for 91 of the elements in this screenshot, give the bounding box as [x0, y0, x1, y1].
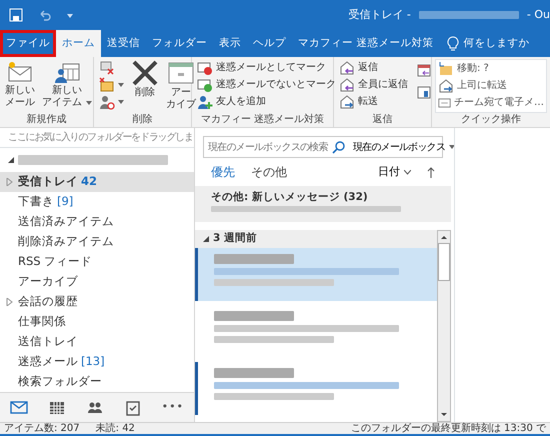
folder-item[interactable]: 送信済みアイテム: [0, 212, 194, 232]
scrollbar[interactable]: [437, 230, 451, 422]
folder-item[interactable]: 受信トレイ 42: [0, 172, 194, 192]
message-tab[interactable]: その他: [251, 163, 287, 181]
folder-item[interactable]: 検索フォルダー: [0, 372, 194, 392]
ribbon-tab[interactable]: ファイル: [0, 30, 56, 57]
window-title: - Ou: [526, 6, 550, 23]
expand-icon[interactable]: [6, 298, 13, 306]
message-tab[interactable]: 優先: [211, 163, 235, 181]
cleanup-button[interactable]: [97, 76, 126, 93]
folder-name: 検索フォルダー: [18, 373, 102, 390]
scroll-thumb[interactable]: [438, 243, 450, 281]
folder-name: 送信済みアイテム: [18, 213, 114, 230]
ribbon-tab[interactable]: ホーム: [56, 30, 101, 57]
folder-name: 受信トレイ: [18, 173, 78, 190]
undo-icon[interactable]: [38, 8, 52, 22]
sort-button[interactable]: 日付: [378, 164, 411, 180]
group-label: 新規作成: [26, 113, 68, 127]
mark-junk-button[interactable]: 迷惑メールとしてマーク: [195, 59, 338, 76]
folder-item[interactable]: 削除済みアイテム: [0, 232, 194, 252]
move-to-button[interactable]: 移動: ?: [436, 60, 546, 77]
chevron-down-icon: [404, 170, 411, 174]
folder-name: 迷惑メール: [18, 353, 78, 370]
group-label: マカフィー 迷惑メール対策: [200, 113, 326, 127]
window-title: 受信トレイ -: [348, 6, 411, 23]
folder-item[interactable]: RSS フィード: [0, 252, 194, 272]
ribbon-tab[interactable]: ヘルプ: [247, 30, 292, 57]
sort-arrow-icon[interactable]: [427, 166, 435, 178]
unread-count: [13]: [81, 353, 105, 370]
new-item-button[interactable]: 新しい アイテム: [40, 59, 94, 113]
status-text: 未読: 42: [96, 422, 135, 436]
folder-name: 削除済みアイテム: [18, 233, 114, 250]
reply-all-icon: [339, 76, 355, 92]
ribbon-tab[interactable]: 送受信: [101, 30, 146, 57]
team-email-button[interactable]: チーム宛て電子メ…: [436, 94, 546, 111]
folder-item[interactable]: アーカイブ: [0, 272, 194, 292]
group-header: 3 週間前: [213, 231, 257, 246]
x-mark-icon: [131, 59, 159, 87]
collapse-group-icon[interactable]: [203, 236, 209, 242]
mark-not-junk-button[interactable]: 迷惑メールでないとマーク: [195, 76, 338, 93]
forward-to-manager-button[interactable]: 上司に転送: [436, 77, 546, 94]
caret-icon: [449, 145, 456, 149]
folder-name: 下書き: [18, 193, 54, 210]
group-label: 返信: [372, 113, 394, 127]
other-banner[interactable]: その他: 新しいメッセージ (32): [195, 186, 451, 222]
envelope-check-icon: [197, 76, 213, 92]
archive-button[interactable]: アー カイブ: [164, 59, 198, 113]
status-text: アイテム数: 207: [4, 422, 80, 436]
group-label: クイック操作: [460, 113, 522, 127]
folder-name: 仕事関係: [18, 313, 66, 330]
folder-name: 会話の履歴: [18, 293, 78, 310]
more-button[interactable]: •••: [162, 399, 184, 416]
ribbon-tab[interactable]: フォルダー: [146, 30, 213, 57]
customize-icon[interactable]: [66, 11, 74, 19]
caret-icon: [118, 82, 124, 86]
unread-count: [9]: [57, 193, 74, 210]
folder-icon: [438, 60, 454, 76]
envelope-junk-icon: [197, 60, 213, 76]
lightbulb-icon: [447, 36, 460, 52]
folder-item[interactable]: 送信トレイ: [0, 332, 194, 352]
reply-icon: [339, 60, 355, 76]
person-add-icon: [197, 94, 213, 110]
forward-icon: [339, 94, 355, 110]
folder-name: RSS フィード: [18, 253, 92, 270]
reply-button[interactable]: 返信: [337, 59, 410, 76]
reply-all-button[interactable]: 全員に返信: [337, 76, 410, 93]
folder-name: 送信トレイ: [18, 333, 78, 350]
block-sender-button[interactable]: [97, 93, 126, 110]
folder-item[interactable]: 下書き [9]: [0, 192, 194, 212]
delete-button[interactable]: 削除: [129, 59, 161, 113]
calendar-icon[interactable]: [48, 399, 66, 416]
unread-count: 42: [81, 173, 98, 190]
ribbon-tab[interactable]: マカフィー 迷惑メール対策: [292, 30, 440, 57]
folder-item[interactable]: 迷惑メール [13]: [0, 352, 194, 372]
caret-icon: [118, 100, 124, 104]
tasks-icon[interactable]: [124, 399, 142, 416]
folder-item[interactable]: 仕事関係: [0, 312, 194, 332]
mail-icon[interactable]: [10, 399, 28, 416]
ribbon-tab[interactable]: 表示: [213, 30, 247, 57]
expanded-icon[interactable]: [8, 157, 14, 163]
new-mail-button[interactable]: 新しい メール: [3, 59, 37, 113]
add-friend-button[interactable]: 友人を追加: [195, 93, 338, 110]
group-label: 削除: [132, 113, 154, 127]
favorites-hint: ここにお気に入りのフォルダーをドラッグしま: [8, 130, 193, 145]
save-icon[interactable]: [8, 7, 24, 23]
forward-button[interactable]: 転送: [337, 93, 410, 110]
tell-me-field[interactable]: 何をしますか: [447, 30, 530, 57]
folder-name: アーカイブ: [18, 273, 78, 290]
folder-item[interactable]: 会話の履歴: [0, 292, 194, 312]
forward-icon: [438, 78, 454, 94]
status-text: このフォルダーの最終更新時刻は 13:30 で: [350, 422, 546, 436]
